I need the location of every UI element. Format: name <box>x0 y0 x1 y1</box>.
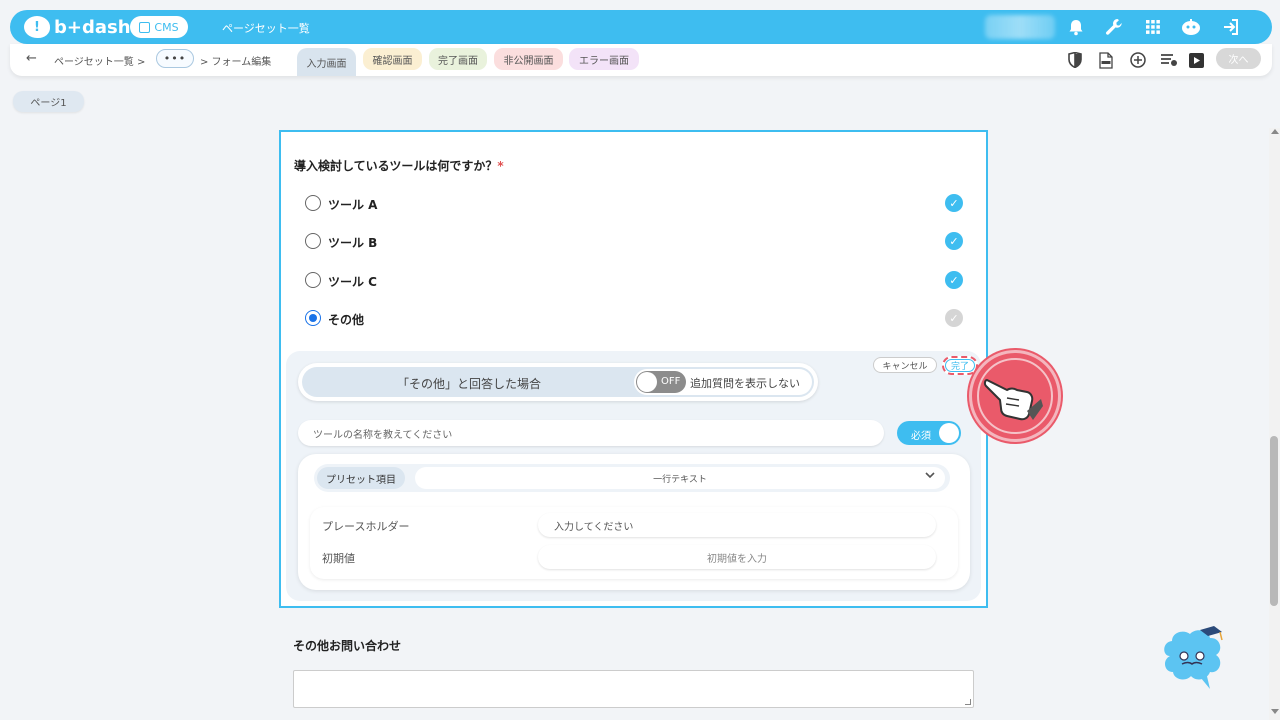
placeholder-label: プレースホルダー <box>322 520 410 533</box>
toggle-state-label: OFF <box>661 376 681 387</box>
follow-up-toggle[interactable]: OFF 追加質問を表示しない <box>634 369 812 395</box>
required-mark: * <box>497 159 504 173</box>
conditional-question-panel: 「その他」と回答した場合 OFF 追加質問を表示しない キャンセル 完了 ツール… <box>286 351 981 601</box>
edit-icon <box>139 21 151 33</box>
radio-button-selected[interactable] <box>305 310 321 326</box>
breadcrumb-form-edit: > フォーム編集 <box>200 57 272 68</box>
pointing-hand-icon <box>983 378 1043 421</box>
preset-value: 一行テキスト <box>653 474 707 485</box>
toggle-description: 追加質問を表示しない <box>690 377 800 390</box>
header-title[interactable]: ページセット一覧 <box>222 20 310 36</box>
toggle-switch[interactable]: OFF <box>636 371 686 393</box>
condition-bar: 「その他」と回答した場合 OFF 追加質問を表示しない <box>298 363 818 401</box>
scrollbar[interactable] <box>1269 128 1280 720</box>
page-tab-1[interactable]: ページ1 <box>13 91 84 112</box>
cms-label: CMS <box>154 20 179 34</box>
option-label: ツール A <box>328 198 378 212</box>
top-bar: ! b+dash CMS ページセット一覧 <box>10 10 1272 44</box>
chevron-down-icon <box>925 471 935 482</box>
mascot-assistant-icon[interactable] <box>1160 626 1226 690</box>
question-title: 導入検討しているツールは何ですか？* <box>294 157 504 174</box>
preset-label: プリセット項目 <box>317 467 405 489</box>
field-settings-card: プリセット項目 一行テキスト プレースホルダー 入力してください 初期値 初期値… <box>298 454 970 590</box>
logo[interactable]: ! b+dash <box>24 15 131 39</box>
option-row[interactable]: ツール B ✓ <box>305 231 963 251</box>
condition-inner: 「その他」と回答した場合 OFF 追加質問を表示しない <box>302 367 814 397</box>
play-icon[interactable] <box>1187 51 1205 69</box>
logout-icon[interactable] <box>1221 17 1241 37</box>
option-row[interactable]: ツール C ✓ <box>305 270 963 290</box>
bell-icon[interactable] <box>1066 17 1086 37</box>
option-row-other[interactable]: その他 ✓ <box>305 308 963 328</box>
wrench-icon[interactable] <box>1104 17 1124 37</box>
user-info[interactable] <box>985 15 1055 39</box>
resize-handle-icon[interactable] <box>965 699 971 705</box>
robot-icon[interactable] <box>1180 17 1202 37</box>
option-row[interactable]: ツール A ✓ <box>305 193 963 213</box>
check-circle-icon[interactable]: ✓ <box>945 271 963 289</box>
check-circle-icon[interactable]: ✓ <box>945 309 963 327</box>
question-title-text: 導入検討しているツールは何ですか？ <box>294 159 498 173</box>
option-label: ツール C <box>328 275 377 289</box>
list-settings-icon[interactable] <box>1160 51 1178 69</box>
app-header: ! b+dash CMS ページセット一覧 ← ページセット一覧 > ••• >… <box>10 10 1272 76</box>
condition-text: 「その他」と回答した場合 <box>397 377 542 391</box>
next-button[interactable]: 次へ <box>1216 48 1261 69</box>
check-circle-icon[interactable]: ✓ <box>945 194 963 212</box>
initial-value-input[interactable]: 初期値を入力 <box>538 545 936 569</box>
done-button-highlight[interactable]: 完了 <box>942 356 978 375</box>
tab-confirm-screen[interactable]: 確認画面 <box>363 48 422 70</box>
logo-mark-icon: ! <box>24 16 50 38</box>
breadcrumb-page-set-list[interactable]: ページセット一覧 > <box>54 53 145 68</box>
tab-complete-screen[interactable]: 完了画面 <box>429 48 487 70</box>
tab-private-screen[interactable]: 非公開画面 <box>494 48 563 70</box>
initial-value-label: 初期値 <box>322 552 355 565</box>
preset-row: プリセット項目 一行テキスト <box>314 464 950 492</box>
option-label: その他 <box>328 313 365 327</box>
plus-circle-icon[interactable] <box>1129 51 1147 69</box>
placeholder-input[interactable]: 入力してください <box>538 513 936 537</box>
question-editor-panel[interactable]: 導入検討しているツールは何ですか？* ツール A ✓ ツール B ✓ ツール C… <box>279 130 988 608</box>
html-file-icon[interactable] <box>1097 51 1115 69</box>
question2-title: その他お問い合わせ <box>293 639 402 653</box>
cms-button[interactable]: CMS <box>130 16 188 38</box>
logo-text: b+dash <box>54 16 131 38</box>
breadcrumb-more-button[interactable]: ••• <box>156 49 194 68</box>
inquiry-textarea[interactable] <box>293 670 974 708</box>
input-settings: プレースホルダー 入力してください 初期値 初期値を入力 <box>310 507 958 579</box>
preset-select[interactable]: 一行テキスト <box>415 467 945 489</box>
radio-button[interactable] <box>305 195 321 211</box>
toggle-knob <box>637 372 657 392</box>
grid-icon[interactable] <box>1143 17 1163 37</box>
sub-question-input[interactable]: ツールの名称を教えてください <box>298 420 884 446</box>
radio-button[interactable] <box>305 233 321 249</box>
required-toggle[interactable]: 必須 <box>897 421 961 445</box>
done-button[interactable]: 完了 <box>945 359 975 372</box>
tab-input-screen[interactable]: 入力画面 <box>297 48 356 76</box>
radio-button[interactable] <box>305 272 321 288</box>
scroll-down-arrow-icon[interactable] <box>1271 709 1279 714</box>
scrollbar-thumb[interactable] <box>1270 436 1278 606</box>
sub-toolbar: ← ページセット一覧 > ••• > フォーム編集 入力画面 確認画面 完了画面… <box>10 44 1272 76</box>
cancel-button[interactable]: キャンセル <box>873 357 937 373</box>
shield-icon[interactable] <box>1066 51 1084 69</box>
required-label: 必須 <box>911 431 931 442</box>
check-circle-icon[interactable]: ✓ <box>945 232 963 250</box>
scroll-up-arrow-icon[interactable] <box>1271 129 1279 134</box>
toggle-knob <box>939 423 959 443</box>
option-label: ツール B <box>328 236 378 250</box>
tab-error-screen[interactable]: エラー画面 <box>569 48 639 70</box>
back-arrow-icon[interactable]: ← <box>26 51 37 66</box>
